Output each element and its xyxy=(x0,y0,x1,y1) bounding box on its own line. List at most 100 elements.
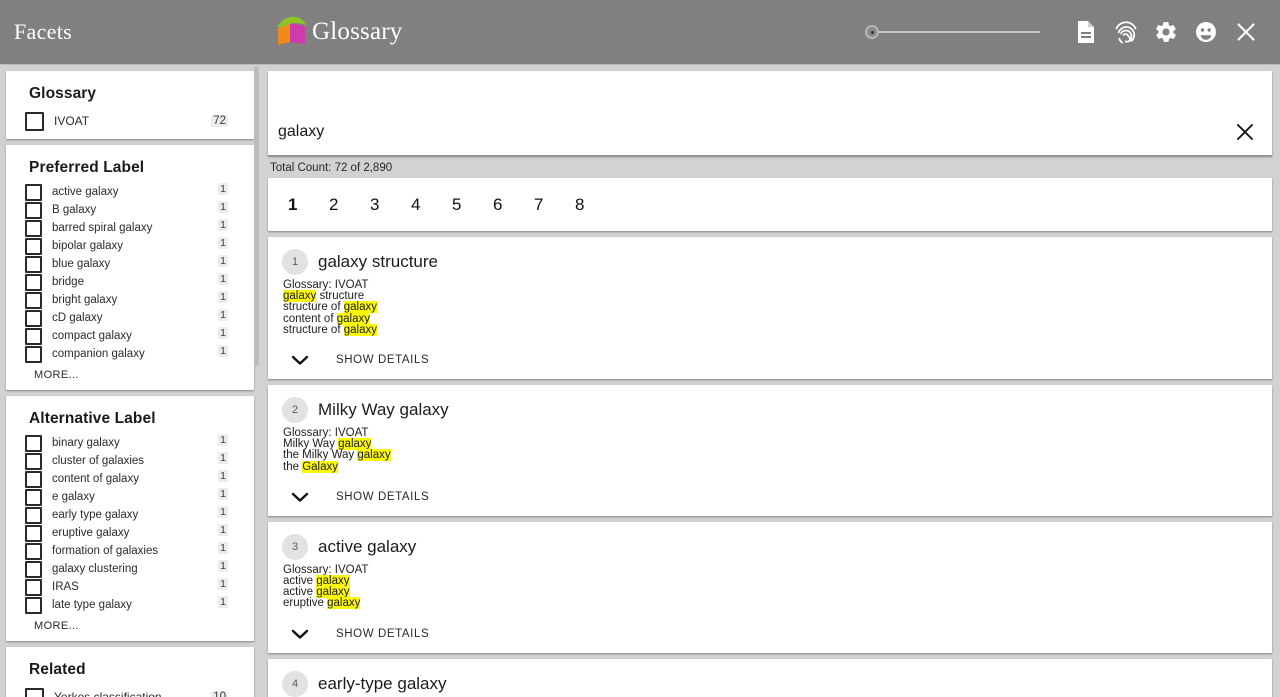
result-snippet-line: galaxy structure xyxy=(282,290,1258,303)
facet-item[interactable]: companion galaxy 1 xyxy=(16,345,244,363)
facet-item[interactable]: galaxy clustering 1 xyxy=(16,560,244,578)
chevron-down-icon xyxy=(282,353,318,367)
facet-item[interactable]: bridge 1 xyxy=(16,273,244,291)
facet-checkbox[interactable] xyxy=(25,201,42,219)
facet-group: Related Yerkes classification 10 xyxy=(6,647,254,697)
facet-checkbox[interactable] xyxy=(25,488,42,506)
facet-item[interactable]: eruptive galaxy 1 xyxy=(16,524,244,542)
result-source: Glossary: IVOAT xyxy=(283,427,369,440)
facet-item[interactable]: early type galaxy 1 xyxy=(16,506,244,524)
facet-checkbox[interactable] xyxy=(25,578,42,596)
facet-item[interactable]: cD galaxy 1 xyxy=(16,309,244,327)
show-details-label: SHOW DETAILS xyxy=(336,490,430,503)
facet-checkbox[interactable] xyxy=(25,524,42,542)
result-title[interactable]: Milky Way galaxy xyxy=(318,400,449,420)
facet-item-label: B galaxy xyxy=(52,204,97,216)
show-details-button[interactable]: SHOW DETAILS xyxy=(282,623,1258,645)
facet-item-count: 1 xyxy=(218,183,228,195)
result-snippet-line: structure of galaxy xyxy=(282,323,1258,336)
result-snippet-line: structure of galaxy xyxy=(282,301,1258,314)
facet-checkbox[interactable] xyxy=(25,596,42,614)
result-rank-badge: 3 xyxy=(282,533,308,560)
search-input[interactable] xyxy=(278,123,1232,145)
facet-item[interactable]: blue galaxy 1 xyxy=(16,255,244,273)
facet-checkbox[interactable] xyxy=(25,183,42,201)
facet-checkbox[interactable] xyxy=(25,452,42,470)
result-snippets: Glossary: IVOAT galaxy structure structure… xyxy=(282,279,1258,336)
facet-checkbox[interactable] xyxy=(25,291,42,309)
zoom-slider[interactable] xyxy=(865,22,1040,42)
facet-more-link[interactable]: MORE... xyxy=(34,620,244,632)
result-title[interactable]: active galaxy xyxy=(318,537,416,557)
result-snippet-line: eruptive galaxy xyxy=(282,597,1258,610)
facet-item[interactable]: late type galaxy 1 xyxy=(16,596,244,614)
slider-knob[interactable] xyxy=(865,25,879,39)
facet-item[interactable]: IRAS 1 xyxy=(16,578,244,596)
facet-checkbox[interactable] xyxy=(25,219,42,237)
facet-item-count: 72 xyxy=(211,115,228,127)
facet-item[interactable]: barred spiral galaxy 1 xyxy=(16,219,244,237)
result-rank-badge: 2 xyxy=(282,397,308,424)
facet-item[interactable]: e galaxy 1 xyxy=(16,488,244,506)
facet-checkbox[interactable] xyxy=(25,237,42,255)
facets-scroll-area[interactable]: Glossary IVOAT 72 Preferred Label active gal… xyxy=(0,65,260,697)
page-number[interactable]: 6 xyxy=(487,195,528,215)
result-snippets: Glossary: IVOAT Milky Way galaxy the Milky… xyxy=(282,427,1258,473)
facet-checkbox[interactable] xyxy=(25,470,42,488)
facet-checkbox[interactable] xyxy=(25,506,42,524)
search-bar[interactable] xyxy=(268,71,1272,156)
facet-checkbox[interactable] xyxy=(25,345,42,363)
fingerprint-icon[interactable] xyxy=(1106,12,1146,52)
show-details-button[interactable]: SHOW DETAILS xyxy=(282,486,1258,508)
result-card[interactable]: 3 active galaxy Glossary: IVOAT active gala… xyxy=(268,521,1272,653)
facet-checkbox[interactable] xyxy=(25,111,44,131)
facet-checkbox[interactable] xyxy=(25,309,42,327)
gear-icon[interactable] xyxy=(1146,12,1186,52)
facet-item[interactable]: bright galaxy 1 xyxy=(16,291,244,309)
facet-checkbox[interactable] xyxy=(25,542,42,560)
chevron-down-icon xyxy=(282,627,318,641)
facet-item[interactable]: cluster of galaxies 1 xyxy=(16,452,244,470)
page-number[interactable]: 2 xyxy=(323,195,364,215)
show-details-button[interactable]: SHOW DETAILS xyxy=(282,349,1258,371)
result-title[interactable]: early-type galaxy xyxy=(318,674,447,694)
facet-item[interactable]: B galaxy 1 xyxy=(16,201,244,219)
result-title[interactable]: galaxy structure xyxy=(318,252,438,272)
document-icon[interactable] xyxy=(1066,12,1106,52)
facet-checkbox[interactable] xyxy=(25,560,42,578)
page-number[interactable]: 7 xyxy=(528,195,569,215)
facet-item[interactable]: binary galaxy 1 xyxy=(16,434,244,452)
page-number[interactable]: 3 xyxy=(364,195,405,215)
facet-item[interactable]: Yerkes classification 10 xyxy=(16,685,244,697)
result-card[interactable]: 1 galaxy structure Glossary: IVOAT galaxy s… xyxy=(268,237,1272,380)
facet-item[interactable]: compact galaxy 1 xyxy=(16,327,244,345)
facet-item-label: eruptive galaxy xyxy=(52,527,130,539)
facet-item[interactable]: formation of galaxies 1 xyxy=(16,542,244,560)
page-number[interactable]: 5 xyxy=(446,195,487,215)
close-icon[interactable] xyxy=(1226,12,1266,52)
facet-checkbox[interactable] xyxy=(25,327,42,345)
facet-item[interactable]: bipolar galaxy 1 xyxy=(16,237,244,255)
facet-item[interactable]: content of galaxy 1 xyxy=(16,470,244,488)
facet-checkbox[interactable] xyxy=(25,273,42,291)
facets-scrollbar[interactable] xyxy=(254,66,259,366)
page-number[interactable]: 8 xyxy=(569,195,610,215)
result-snippets: Glossary: IVOAT active galaxy active galax… xyxy=(282,564,1258,610)
facet-more-link[interactable]: MORE... xyxy=(34,369,244,381)
result-card[interactable]: 4early-type galaxyGlossary: IVOATearly-t… xyxy=(268,658,1272,697)
clear-search-icon[interactable] xyxy=(1232,119,1258,145)
facet-item[interactable]: active galaxy 1 xyxy=(16,183,244,201)
facet-item-count: 1 xyxy=(218,506,228,518)
facet-checkbox[interactable] xyxy=(25,687,44,697)
result-card[interactable]: 2 Milky Way galaxy Glossary: IVOAT Milky Wa… xyxy=(268,385,1272,516)
facet-item[interactable]: IVOAT 72 xyxy=(16,109,244,133)
page-number[interactable]: 4 xyxy=(405,195,446,215)
result-rank-badge: 1 xyxy=(282,249,308,275)
facet-checkbox[interactable] xyxy=(25,255,42,273)
page-number[interactable]: 1 xyxy=(282,195,323,215)
total-count-label: Total Count: 72 of 2,890 xyxy=(270,162,393,174)
face-icon[interactable] xyxy=(1186,12,1226,52)
show-details-label: SHOW DETAILS xyxy=(336,354,430,367)
facet-checkbox[interactable] xyxy=(25,434,42,452)
facet-item-label: companion galaxy xyxy=(52,348,145,360)
